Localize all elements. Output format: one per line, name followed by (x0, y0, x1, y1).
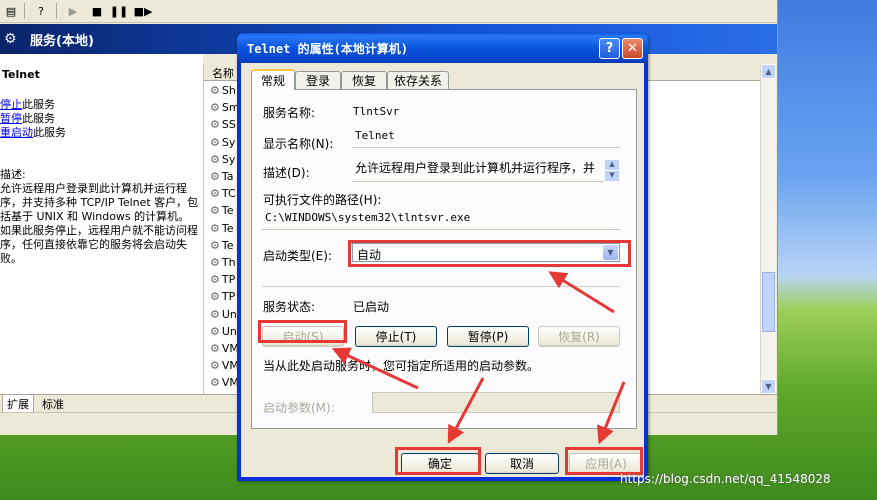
arrow-to-startup-type (548, 271, 615, 314)
watermark: https://blog.csdn.net/qq_41548028 (620, 472, 831, 486)
annotation-arrows (331, 271, 626, 445)
tab-general[interactable]: 常规 (251, 69, 295, 90)
arrow-to-apply-button (597, 381, 626, 445)
arrow-to-start-button (331, 347, 419, 390)
arrow-to-ok-button (447, 377, 485, 444)
